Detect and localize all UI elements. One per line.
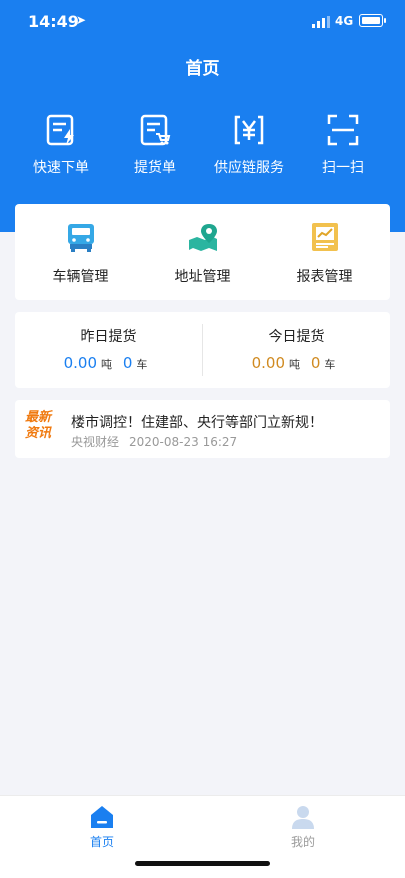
- yesterday-tons: 0.00: [63, 354, 98, 372]
- home-icon: [91, 806, 113, 828]
- yesterday-values: 0.00 吨 0车: [15, 354, 202, 372]
- home-indicator: [135, 861, 270, 866]
- yesterday-stat[interactable]: 昨日提货 0.00 吨 0车: [15, 312, 202, 388]
- truck-icon: [67, 224, 94, 252]
- address-management-label: 地址管理: [174, 269, 231, 285]
- location-arrow-icon: ➤: [76, 13, 87, 27]
- scan-icon: [327, 114, 359, 146]
- today-values: 0.00 吨 0车: [203, 354, 390, 372]
- delivery-order-icon: [140, 114, 171, 146]
- header: 14:49 ➤ 4G 首页 快速下单 提货单 供应链服务 扫一扫: [0, 0, 405, 232]
- tab-mine-label: 我的: [290, 835, 315, 849]
- page-title: 首页: [185, 59, 220, 79]
- today-ton-unit: 吨: [289, 358, 301, 371]
- delivery-order-label: 提货单: [134, 160, 176, 176]
- yen-icon: [234, 115, 264, 145]
- scan-button[interactable]: 扫一扫: [293, 113, 393, 177]
- report-icon: [311, 223, 338, 251]
- network-type: 4G: [335, 14, 354, 28]
- scan-label: 扫一扫: [322, 160, 364, 176]
- report-management-label: 报表管理: [296, 269, 353, 285]
- vehicle-management-button[interactable]: 车辆管理: [18, 220, 143, 286]
- quick-order-button[interactable]: 快速下单: [11, 113, 111, 177]
- address-management-button[interactable]: 地址管理: [140, 220, 265, 286]
- user-icon: [292, 806, 314, 829]
- management-card: 车辆管理 地址管理 报表管理: [15, 204, 390, 300]
- supply-chain-button[interactable]: 供应链服务: [199, 113, 299, 177]
- news-badge: 最新资讯: [25, 410, 52, 441]
- yesterday-ton-unit: 吨: [101, 358, 113, 371]
- news-source: 央视财经: [71, 435, 120, 449]
- delivery-order-button[interactable]: 提货单: [105, 113, 205, 177]
- news-item[interactable]: 最新资讯 楼市调控！住建部、央行等部门立新规！ 央视财经 2020-08-23 1…: [15, 400, 390, 458]
- status-bar: 14:49 ➤ 4G: [0, 0, 405, 44]
- news-meta: 央视财经 2020-08-23 16:27: [71, 433, 237, 450]
- news-title: 楼市调控！住建部、央行等部门立新规！: [71, 415, 323, 431]
- news-date: 2020-08-23 16:27: [129, 435, 238, 449]
- supply-chain-label: 供应链服务: [214, 160, 284, 176]
- tab-home[interactable]: 首页: [2, 804, 202, 850]
- yesterday-car-unit: 车: [136, 358, 148, 371]
- stats-card: 昨日提货 0.00 吨 0车 今日提货 0.00 吨 0车: [15, 312, 390, 388]
- vehicle-management-label: 车辆管理: [52, 269, 109, 285]
- status-time: 14:49: [28, 12, 79, 31]
- yesterday-cars: 0: [122, 354, 133, 372]
- signal-icon: [312, 16, 330, 28]
- yesterday-title: 昨日提货: [80, 329, 137, 345]
- quick-actions: 快速下单 提货单 供应链服务 扫一扫: [0, 113, 405, 183]
- quick-order-label: 快速下单: [33, 160, 89, 176]
- report-management-button[interactable]: 报表管理: [262, 220, 387, 286]
- today-cars: 0: [310, 354, 321, 372]
- today-stat[interactable]: 今日提货 0.00 吨 0车: [203, 312, 390, 388]
- battery-icon: [359, 14, 386, 27]
- map-pin-icon: [188, 224, 217, 251]
- tab-home-label: 首页: [89, 835, 114, 849]
- tab-mine[interactable]: 我的: [203, 804, 403, 850]
- today-car-unit: 车: [324, 358, 336, 371]
- today-tons: 0.00: [251, 354, 286, 372]
- today-title: 今日提货: [268, 329, 325, 345]
- quick-order-icon: [46, 114, 74, 146]
